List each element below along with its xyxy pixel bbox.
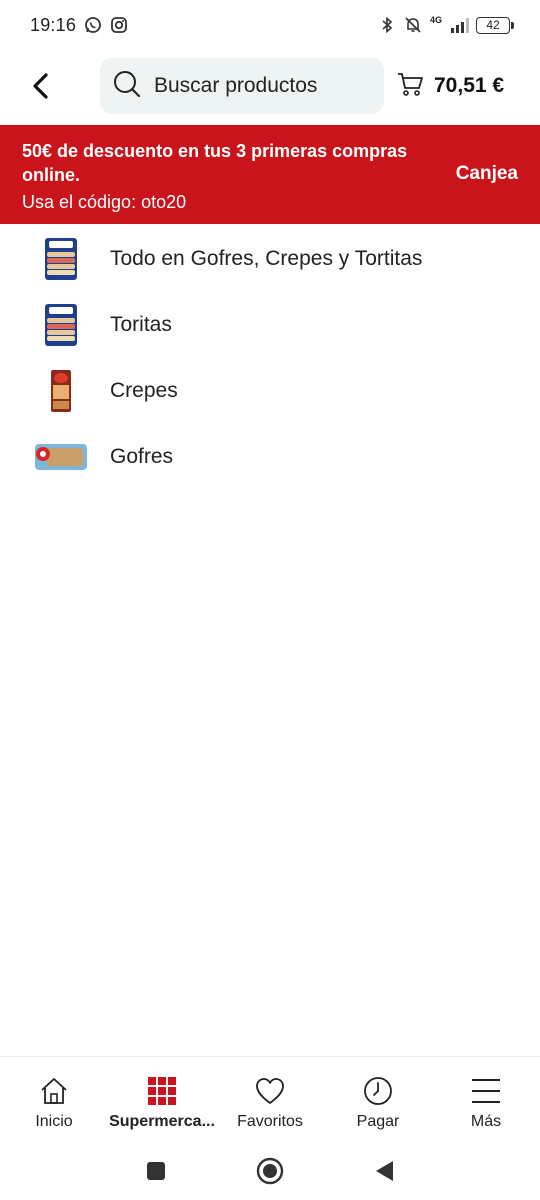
nav-label: Favoritos: [237, 1113, 303, 1130]
system-nav: [0, 1142, 540, 1200]
square-icon: [147, 1162, 165, 1180]
nav-item-mas[interactable]: Más: [432, 1057, 540, 1142]
nav-item-pagar[interactable]: Pagar: [324, 1057, 432, 1142]
chevron-left-icon: [33, 73, 48, 99]
signal-icon: [450, 16, 469, 34]
header: 70,51 €: [0, 56, 540, 116]
bell-off-icon: [404, 16, 422, 34]
nav-item-supermercado[interactable]: Supermerca...: [108, 1057, 216, 1142]
heart-icon: [254, 1075, 286, 1107]
search-box[interactable]: [100, 58, 384, 114]
recents-button[interactable]: [141, 1156, 171, 1186]
search-input[interactable]: [154, 74, 364, 98]
cart-icon: [396, 71, 424, 102]
category-item-crepes[interactable]: Crepes: [0, 358, 540, 424]
promo-title: 50€ de descuento en tus 3 primeras compr…: [22, 141, 408, 185]
network-label: 4G: [429, 14, 442, 25]
screen: 19:16 4G 42 Buscar productos 70,51 € 50€…: [0, 0, 540, 1200]
status-time: 19:16: [30, 14, 77, 35]
category-item-todo[interactable]: Todo en Gofres, Crepes y Tortitas: [0, 226, 540, 292]
category-item-toritas[interactable]: Toritas: [0, 292, 540, 358]
nav-item-favoritos[interactable]: Favoritos: [216, 1057, 324, 1142]
instagram-icon: [110, 16, 128, 34]
category-label: Todo en Gofres, Crepes y Tortitas: [110, 247, 423, 270]
nav-label: Supermerca...: [109, 1113, 215, 1130]
back-button[interactable]: [20, 64, 60, 108]
promo-code: Usa el código: oto20: [22, 192, 187, 212]
status-right: 4G 42: [378, 14, 514, 34]
circle-icon: [256, 1157, 284, 1185]
tortitas-pack-thumbnail: [32, 300, 90, 350]
promo-banner: 50€ de descuento en tus 3 primeras compr…: [0, 125, 540, 224]
cart-total: 70,51 €: [434, 74, 505, 97]
menu-icon: [470, 1075, 502, 1107]
grid-icon: [146, 1075, 178, 1107]
home-system-button[interactable]: [255, 1156, 285, 1186]
category-label: Crepes: [110, 379, 178, 402]
clock-icon: [362, 1075, 394, 1107]
home-icon: [38, 1075, 70, 1107]
gofres-pack-thumbnail: [32, 432, 90, 482]
status-left: 19:16: [30, 15, 128, 36]
bluetooth-icon: [378, 16, 396, 34]
bottom-nav: Inicio Supermerca... Favoritos Pagar Más: [0, 1056, 540, 1142]
search-icon: [112, 69, 142, 104]
category-label: Toritas: [110, 313, 172, 336]
redeem-button[interactable]: Canjea: [456, 163, 518, 185]
nav-label: Más: [470, 1113, 502, 1130]
category-list: Todo en Gofres, Crepes y Tortitas Torita…: [0, 226, 540, 490]
crepes-pack-thumbnail: [32, 366, 90, 416]
triangle-back-icon: [376, 1161, 393, 1181]
category-item-gofres[interactable]: Gofres: [0, 424, 540, 490]
nav-label: Inicio: [35, 1113, 73, 1130]
back-system-button[interactable]: [369, 1156, 399, 1186]
battery-level: 42: [486, 18, 500, 32]
whatsapp-icon: [84, 16, 102, 34]
tortitas-pack-thumbnail: [32, 234, 90, 284]
category-label: Gofres: [110, 445, 174, 468]
nav-label: Pagar: [356, 1113, 400, 1130]
battery-icon: 42: [476, 16, 514, 34]
nav-item-inicio[interactable]: Inicio: [0, 1057, 108, 1142]
cart-button[interactable]: 70,51 €: [396, 64, 504, 108]
status-bar: 19:16 4G 42: [0, 0, 540, 50]
